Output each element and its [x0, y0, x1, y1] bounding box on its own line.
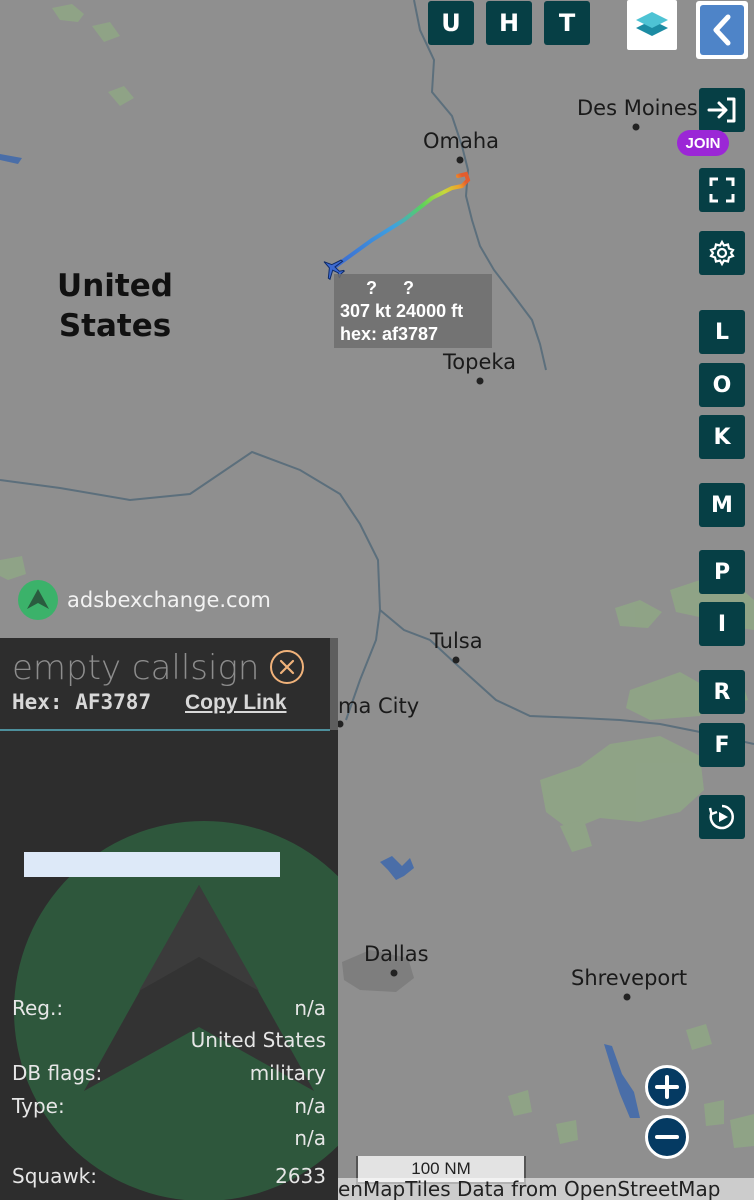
toggle-f-button[interactable]: F	[699, 723, 745, 767]
fullscreen-icon	[709, 177, 735, 203]
join-badge[interactable]: JOIN	[677, 130, 729, 156]
type-desc-value: n/a	[294, 1126, 326, 1150]
map-attribution: enMapTiles Data from OpenStreetMap	[336, 1178, 754, 1200]
city-tulsa: Tulsa	[430, 629, 483, 653]
plus-icon	[655, 1075, 679, 1099]
login-button[interactable]	[699, 88, 745, 132]
replay-button[interactable]	[699, 795, 745, 839]
toggle-t-button[interactable]: T	[544, 1, 590, 45]
info-row-country: United States	[12, 1028, 326, 1056]
aircraft-hex: hex: af3787	[340, 324, 439, 344]
layers-button[interactable]	[627, 0, 677, 50]
toggle-m-button[interactable]: M	[699, 483, 745, 527]
dbflags-key: DB flags:	[12, 1061, 103, 1085]
layers-icon	[636, 12, 668, 36]
panel-title: empty callsign	[12, 648, 260, 688]
panel-divider	[0, 729, 330, 731]
squawk-key: Squawk:	[12, 1164, 97, 1188]
city-dallas: Dallas	[364, 942, 429, 966]
toggle-i-button[interactable]: I	[699, 602, 745, 646]
aircraft-callsign: ?	[366, 278, 377, 298]
city-oklahoma-city: ma City	[338, 694, 420, 718]
minus-icon	[655, 1135, 679, 1139]
brand-watermark: adsbexchange.com	[18, 580, 271, 620]
close-icon	[279, 659, 295, 675]
aircraft-photo-placeholder	[24, 852, 280, 877]
aircraft-label[interactable]: ?? 307 kt 24000 ft hex: af3787	[334, 274, 492, 348]
zoom-out-button[interactable]	[645, 1115, 689, 1159]
hex-label: Hex:	[12, 690, 63, 714]
aircraft-type: ?	[403, 278, 414, 298]
info-row-dbflags: DB flags: military	[12, 1061, 326, 1089]
sign-in-icon	[707, 97, 736, 123]
back-button[interactable]	[696, 1, 748, 59]
adsbexchange-logo-icon	[18, 580, 58, 620]
aircraft-label-line1: ??	[340, 277, 486, 300]
city-shreveport: Shreveport	[571, 966, 688, 990]
toggle-h-button[interactable]: H	[486, 1, 532, 45]
panel-hex: Hex: AF3787	[12, 690, 151, 714]
info-row-reg: Reg.: n/a	[12, 996, 326, 1024]
close-panel-button[interactable]	[270, 650, 304, 684]
dbflags-value: military	[249, 1061, 326, 1085]
reg-key: Reg.:	[12, 996, 64, 1020]
toggle-r-button[interactable]: R	[699, 670, 745, 714]
type-value: n/a	[294, 1094, 326, 1118]
city-des-moines: Des Moines	[577, 96, 698, 120]
toggle-k-button[interactable]: K	[699, 415, 745, 459]
type-key: Type:	[12, 1094, 65, 1118]
toggle-u-button[interactable]: U	[428, 1, 474, 45]
info-row-type: Type: n/a	[12, 1094, 326, 1122]
brand-text: adsbexchange.com	[67, 588, 271, 612]
chevron-left-icon	[713, 14, 731, 46]
city-omaha: Omaha	[423, 129, 500, 153]
country-value: United States	[190, 1028, 326, 1052]
copy-link[interactable]: Copy Link	[185, 691, 287, 715]
aircraft-speed-alt: 307 kt 24000 ft	[340, 301, 464, 321]
squawk-value: 2633	[275, 1164, 326, 1188]
fullscreen-button[interactable]	[699, 168, 745, 212]
settings-button[interactable]	[699, 231, 745, 275]
toggle-o-button[interactable]: O	[699, 363, 745, 407]
info-row-type-desc: n/a	[12, 1126, 326, 1154]
replay-icon	[708, 804, 734, 830]
country-label: United States	[57, 268, 173, 344]
gear-icon	[709, 239, 735, 267]
aircraft-info-panel[interactable]: empty callsign Hex: AF3787 Copy Link Reg…	[0, 638, 338, 1200]
info-row-squawk: Squawk: 2633	[12, 1164, 326, 1192]
city-topeka: Topeka	[443, 350, 517, 374]
toggle-p-button[interactable]: P	[699, 550, 745, 594]
toggle-l-button[interactable]: L	[699, 310, 745, 354]
panel-scrollbar[interactable]	[330, 638, 338, 730]
reg-value: n/a	[294, 996, 326, 1020]
zoom-in-button[interactable]	[645, 1065, 689, 1109]
hex-value: AF3787	[75, 690, 152, 714]
